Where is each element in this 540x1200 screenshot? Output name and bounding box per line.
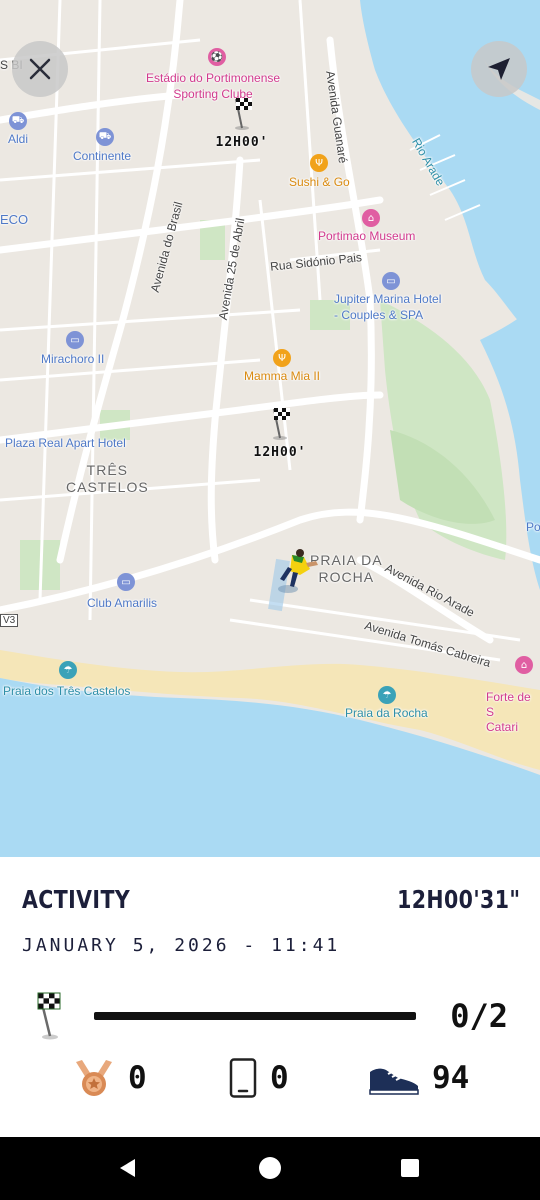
close-icon [29,58,51,80]
map-label-tres-castelos: TRÊS CASTELOS [66,462,149,495]
recents-square-icon [401,1159,419,1177]
progress-bar [94,1012,416,1020]
stat-medals: 0 [72,1055,147,1101]
restaurant-pin-icon[interactable]: Ψ [310,154,328,172]
map-label-praia-da-rocha: Praia da Rocha [345,706,428,720]
activity-stats: 0 0 94 [0,1055,540,1101]
activity-panel: ACTIVITY 12H00'31" JANUARY 5, 2026 - 11:… [0,857,540,1137]
shop-pin-icon[interactable]: ⛟ [96,128,114,146]
checkpoint-time: 12H00' [253,445,307,460]
activity-duration: 12H00'31" [396,885,520,914]
landmark-pin-icon[interactable]: ⌂ [515,656,533,674]
hotel-pin-icon[interactable]: ▭ [66,331,84,349]
map-label-continente: Continente [73,149,132,163]
stat-medals-value: 0 [128,1060,147,1096]
beach-pin-icon[interactable]: ☂ [378,686,396,704]
recents-button[interactable] [395,1153,425,1183]
back-triangle-icon [120,1159,135,1177]
activity-header: ACTIVITY 12H00'31" [22,885,520,914]
shop-pin-icon[interactable]: ⛟ [9,112,27,130]
system-navigation-bar [0,1137,540,1200]
stat-devices: 0 [228,1055,289,1101]
checkpoint-marker[interactable]: 12H00' [212,95,272,150]
checkered-flag-icon [273,408,290,440]
medal-icon [76,1060,112,1096]
map-view[interactable]: ⚽ ⛟ ⛟ Ψ ⌂ ▭ ▭ Ψ ▭ ☂ ☂ ⌂ Estádio do Porti… [0,0,540,857]
map-label-mamma-mia: Mamma Mia II [244,369,321,383]
navigation-arrow-icon [488,58,510,80]
activity-title: ACTIVITY [22,885,131,914]
checkpoint-progress: 0/2 [30,987,510,1043]
recenter-location-button[interactable] [471,41,527,97]
map-label-v3: V3 [0,614,19,627]
stat-steps-value: 94 [432,1060,470,1096]
checkpoint-marker[interactable]: 12H00' [250,405,310,460]
stat-devices-value: 0 [270,1060,289,1096]
map-label-eco: ECO [0,212,29,227]
map-label-club-amarilis: Club Amarilis [87,596,158,610]
smartphone-icon [229,1058,257,1098]
map-label-jupiter: Jupiter Marina Hotel - Couples & SPA [334,292,442,322]
map-label-mirachoro: Mirachoro II [41,352,105,366]
museum-pin-icon[interactable]: ⌂ [362,209,380,227]
map-label-sushi: Sushi & Go [289,175,350,189]
restaurant-pin-icon[interactable]: Ψ [273,349,291,367]
hotel-pin-icon[interactable]: ▭ [117,573,135,591]
home-circle-icon [259,1157,281,1179]
close-button[interactable] [12,41,68,97]
runner-avatar-icon [278,549,318,593]
progress-bar-fill [94,1012,416,1020]
checkpoint-time: 12H00' [215,135,269,150]
map-label-plaza-real: Plaza Real Apart Hotel [5,436,126,450]
stadium-pin-icon[interactable]: ⚽ [208,48,226,66]
sneaker-icon [369,1068,419,1095]
checkered-flag-icon [235,98,252,130]
back-button[interactable] [113,1153,143,1183]
beach-pin-icon[interactable]: ☂ [59,661,77,679]
activity-date: JANUARY 5, 2026 - 11:41 [22,935,341,956]
map-label-forte: Forte de S Catari [486,690,531,734]
map-label-praia-tres-castelos: Praia dos Três Castelos [3,684,131,698]
stat-steps: 94 [368,1055,469,1101]
map-label-aldi: Aldi [8,132,29,146]
map-label-museum: Portimao Museum [318,229,416,243]
checkered-flag-icon [37,992,61,1040]
map-label-po: Po [526,520,540,534]
checkpoint-count: 0/2 [450,997,508,1035]
home-button[interactable] [255,1153,285,1183]
hotel-pin-icon[interactable]: ▭ [382,272,400,290]
